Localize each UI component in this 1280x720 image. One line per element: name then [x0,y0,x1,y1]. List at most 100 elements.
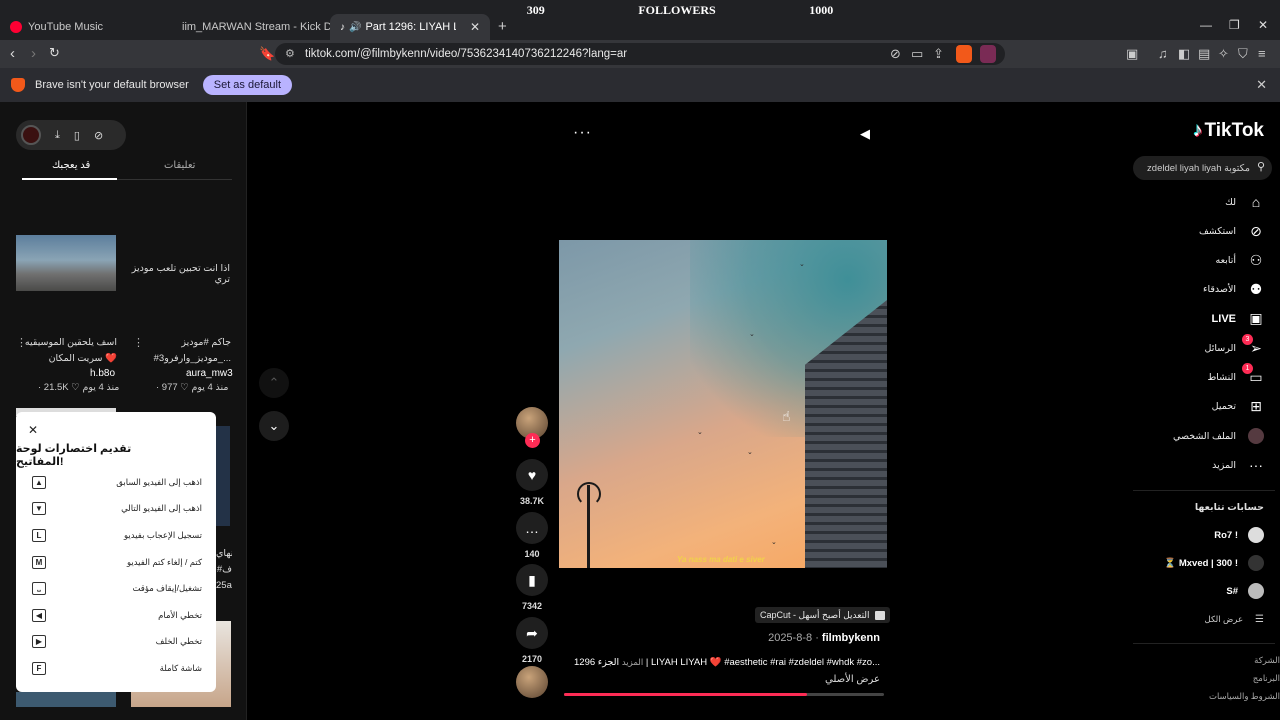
leo-ai-icon[interactable]: ✧ [1218,46,1229,62]
restore-button[interactable]: ❐ [1229,18,1240,32]
followed-account[interactable]: S# [1226,583,1264,599]
account-name: Ro7 ! [1214,529,1238,541]
related-video-caption: اذا انت تحبين تلعب موديز تري [131,263,230,285]
video-author[interactable]: aura_mw3 [186,368,233,379]
nav-more[interactable]: المزيد ··· [1212,457,1264,473]
video-title-line[interactable]: اسف يلحقين الموسيقيه [24,337,117,348]
capcut-badge[interactable]: CapCut - التعديل أصبح أسهل [755,607,890,623]
site-info-icon[interactable]: ⚙ [285,47,295,60]
related-video-thumbnail[interactable] [16,235,116,291]
new-tab-button[interactable]: + [498,18,507,35]
sound-disc[interactable] [516,666,548,698]
close-tab-icon[interactable]: ✕ [470,20,480,34]
heart-icon[interactable]: ♥ [516,459,548,491]
phone-icon[interactable]: ▯ [74,129,80,142]
video-author[interactable]: filmbykenn [822,632,880,644]
close-window-button[interactable]: ✕ [1258,18,1268,32]
original-sound[interactable]: عرض الأصلي [825,674,880,685]
footer-link[interactable]: الشروط والسياسات [1209,691,1280,702]
wallet-icon[interactable]: ▤ [1198,46,1210,62]
bookmark-icon[interactable]: ▮ [516,564,548,596]
more-options-icon[interactable]: ··· [573,124,592,142]
bookmark-icon[interactable]: 🔖 [259,46,275,62]
close-popup-icon[interactable]: ✕ [28,423,38,437]
forward-button[interactable]: › [31,45,36,62]
see-all-link[interactable]: عرض الكل ☰ [1205,614,1264,625]
vpn-icon[interactable]: ⛉ [1238,46,1248,62]
followed-account[interactable]: Ro7 ! [1214,527,1264,543]
set-default-button[interactable]: Set as default [202,75,293,95]
footer-link[interactable]: البرنامج [1253,673,1280,684]
nav-explore[interactable]: استكشف ⊘ [1199,223,1264,240]
nav-following[interactable]: أتابعه ⚇ [1216,252,1265,269]
tab-search-icon[interactable]: ▣ [1126,46,1138,62]
search-input[interactable] [1140,162,1250,174]
video-title-line[interactable]: سريت المكان ❤️ [24,353,117,364]
download-icon[interactable]: ⤓ [55,129,60,142]
tab-you-may-like[interactable]: قد يعجبك [52,160,90,171]
brave-shield-icon[interactable] [956,45,972,63]
account-name: S# [1226,585,1238,597]
nav-for-you[interactable]: لك ⌂ [1225,194,1264,210]
follow-plus-icon[interactable]: + [525,433,540,448]
record-button[interactable] [21,125,41,145]
no-tracking-icon[interactable]: ⊘ [890,46,901,62]
brave-rewards-icon[interactable] [980,45,996,63]
comment-action[interactable]: … 140 [516,512,548,559]
nav-profile[interactable]: الملف الشخصي [1173,428,1264,444]
sidebar-icon[interactable]: ◧ [1178,46,1190,62]
author-avatar[interactable]: + [516,407,548,448]
tiktok-logo[interactable]: ♪ TikTok [1193,120,1264,142]
nav-label: النشاط [1207,372,1236,383]
shortcut-row: ▲ اذهب إلى الفيديو السابق [32,474,202,490]
see-more-link[interactable]: المزيد [622,657,643,667]
nav-live[interactable]: LIVE ▣ [1212,310,1264,327]
tab-tiktok-video[interactable]: ♪ 🔊 Part 1296: LIYAH LIYAH - Aest ✕ [330,14,490,40]
video-progress-bar[interactable] [564,693,884,696]
nav-upload[interactable]: تحميل ⊞ [1212,398,1264,415]
related-video-thumbnail[interactable] [216,426,230,526]
nav-friends[interactable]: الأصدقاء ⚉ [1203,281,1264,298]
shortcut-label: تسجيل الإعجاب بفيديو [124,529,202,540]
video-author[interactable]: h.b8o [90,368,115,379]
shortcut-label: تشغيل/إيقاف مؤقت [132,582,202,593]
video-title-line[interactable]: #موديز_وارفرو3_... [142,353,231,364]
related-video-thumbnail[interactable] [16,692,116,707]
volume-icon[interactable]: ◀︎ [860,126,870,142]
brave-lion-icon [11,78,25,92]
search-bar[interactable]: ⚲ [1133,156,1272,180]
back-button[interactable]: ‹ [10,45,15,62]
cast-icon[interactable]: ▭ [911,46,923,62]
search-icon[interactable]: ⚲ [1257,160,1265,173]
tab-title: Part 1296: LIYAH LIYAH - Aest [365,21,455,33]
shortcut-row: ⎵ تشغيل/إيقاف مؤقت [32,580,202,596]
tab-kick-dashboard[interactable]: iim_MARWAN Stream - Kick Dashboard [166,14,330,40]
avatar [1248,527,1264,543]
footer-link[interactable]: الشركة [1254,655,1280,666]
followed-account[interactable]: ⏳ Mxved | 300 ! [1164,555,1264,571]
minimize-button[interactable]: — [1200,18,1212,32]
nav-activity[interactable]: النشاط ▭ 1 [1207,363,1264,386]
tiktok-sidebar: ♪ TikTok ⚲ لك ⌂ استكشف ⊘ أتابعه ⚇ الأصدق… [1129,102,1280,720]
media-icon[interactable]: ♫ [1158,46,1168,61]
reload-button[interactable]: ↻ [49,45,60,61]
nav-messages[interactable]: الرسائل ➢ 3 [1205,334,1264,357]
audio-playing-icon[interactable]: 🔊 [349,22,361,33]
music-disc-icon[interactable] [516,666,548,698]
like-action[interactable]: ♥ 38.7K [516,459,548,506]
share-arrow-icon[interactable]: ➦ [516,617,548,649]
previous-video-button[interactable]: ⌃ [259,368,289,398]
video-title-line[interactable]: جاكم #موديز [142,337,231,348]
tab-comments[interactable]: تعليقات [164,160,195,171]
share-icon[interactable]: ⇪ [933,46,944,62]
compass-icon[interactable]: ⊘ [94,129,103,142]
menu-icon[interactable]: ≡ [1258,46,1266,61]
account-name: ⏳ Mxved | 300 ! [1164,557,1238,569]
save-action[interactable]: ▮ 7342 [516,564,548,611]
close-infobar-icon[interactable]: ✕ [1256,77,1267,93]
next-video-button[interactable]: ⌄ [259,411,289,441]
tab-youtube-music[interactable]: YouTube Music [0,14,168,40]
comment-icon[interactable]: … [516,512,548,544]
overlay-left-count: 309 [526,2,545,17]
video-player[interactable]: ⌄ ⌄ ⌄ ⌄ ⌄ Ya nass ma dati e siver [559,240,887,568]
